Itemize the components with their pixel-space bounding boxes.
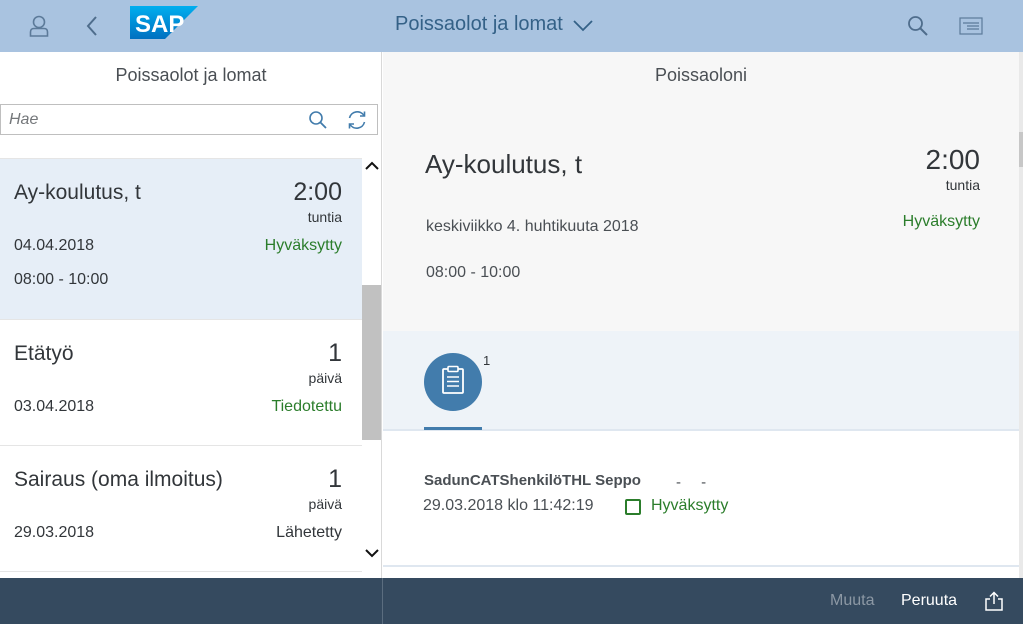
detail-footer: Muuta Peruuta bbox=[383, 578, 1023, 624]
note-entry: SadunCATShenkilöTHL Seppo - - 29.03.2018… bbox=[383, 431, 1019, 567]
detail-title: Poissaoloni bbox=[654, 65, 748, 85]
item-unit: päivä bbox=[308, 370, 342, 386]
item-number: 1 bbox=[328, 339, 342, 367]
app-title: Poissaolot ja lomat bbox=[395, 12, 563, 35]
scroll-up-icon[interactable] bbox=[364, 158, 380, 174]
chevron-down-icon bbox=[573, 15, 593, 38]
scrollbar-thumb[interactable] bbox=[362, 285, 381, 440]
search-field bbox=[0, 104, 378, 135]
note-status: Hyväksytty bbox=[651, 497, 729, 514]
item-title: Etätyö bbox=[14, 342, 74, 365]
user-icon[interactable] bbox=[21, 8, 57, 44]
status-badge: Hyväksytty bbox=[264, 237, 342, 254]
master-footer bbox=[0, 578, 382, 624]
master-pane: Poissaolot ja lomat Ay-koulutus, t 2:00 … bbox=[0, 52, 382, 578]
object-header: Poissaoloni Ay-koulutus, t 2:00 tuntia H… bbox=[383, 52, 1019, 331]
list-item[interactable]: Ay-koulutus, t 2:00 tuntia 04.04.2018 Hy… bbox=[0, 159, 362, 320]
search-icon[interactable] bbox=[306, 108, 330, 132]
object-number: 2:00 bbox=[925, 144, 981, 175]
item-date: 04.04.2018 bbox=[14, 237, 95, 254]
status-badge: Hyväksytty bbox=[902, 213, 980, 230]
note-author: SadunCATShenkilöTHL Seppo bbox=[424, 472, 641, 489]
status-badge: Lähetetty bbox=[276, 524, 342, 541]
menu-icon[interactable] bbox=[953, 8, 989, 44]
tab-selected-indicator bbox=[424, 427, 482, 430]
icon-tab-bar: 1 bbox=[383, 331, 1019, 431]
window-scrollbar[interactable] bbox=[1019, 52, 1023, 578]
object-time: 08:00 - 10:00 bbox=[426, 264, 521, 281]
cancel-button[interactable]: Peruuta bbox=[901, 578, 957, 624]
item-number: 1 bbox=[328, 465, 342, 493]
search-input[interactable] bbox=[9, 109, 289, 131]
item-time: 08:00 - 10:00 bbox=[14, 271, 109, 288]
status-badge: Tiedotettu bbox=[271, 398, 342, 415]
object-title: Ay-koulutus, t bbox=[425, 149, 583, 179]
sap-logo: SAP bbox=[130, 6, 198, 39]
search-icon[interactable] bbox=[900, 8, 936, 44]
item-date: 03.04.2018 bbox=[14, 398, 95, 415]
window-scrollbar-thumb[interactable] bbox=[1019, 132, 1023, 167]
object-date: keskiviikko 4. huhtikuuta 2018 bbox=[426, 218, 639, 235]
list-item[interactable]: Etätyö 1 päivä 03.04.2018 Tiedotettu bbox=[0, 320, 362, 446]
clipboard-icon bbox=[441, 365, 465, 400]
scroll-down-icon[interactable] bbox=[364, 545, 380, 561]
shell-header: SAP Poissaolot ja lomat bbox=[0, 0, 1023, 52]
master-title: Poissaolot ja lomat bbox=[115, 65, 267, 85]
item-unit: tuntia bbox=[307, 209, 342, 225]
shell-title-menu[interactable]: Poissaolot ja lomat bbox=[395, 10, 593, 38]
back-icon[interactable] bbox=[74, 8, 110, 44]
note-timestamp: 29.03.2018 klo 11:42:19 bbox=[423, 497, 594, 514]
item-title: Sairaus (oma ilmoitus) bbox=[14, 468, 223, 491]
tab-notes[interactable] bbox=[424, 353, 482, 411]
sap-logo-text: SAP bbox=[135, 11, 184, 38]
item-title: Ay-koulutus, t bbox=[14, 181, 141, 204]
status-square-icon bbox=[625, 499, 641, 515]
absence-list: Ay-koulutus, t 2:00 tuntia 04.04.2018 Hy… bbox=[0, 158, 362, 578]
item-number: 2:00 bbox=[293, 178, 342, 206]
share-icon[interactable] bbox=[983, 590, 1005, 612]
detail-pane: Poissaoloni Ay-koulutus, t 2:00 tuntia H… bbox=[383, 52, 1019, 578]
note-dashes: - - bbox=[676, 474, 715, 491]
object-unit: tuntia bbox=[945, 177, 980, 193]
tab-count: 1 bbox=[483, 353, 491, 368]
item-unit: päivä bbox=[308, 496, 342, 512]
item-date: 29.03.2018 bbox=[14, 524, 95, 541]
refresh-icon[interactable] bbox=[345, 108, 369, 132]
edit-button[interactable]: Muuta bbox=[830, 578, 874, 624]
list-item[interactable]: Sairaus (oma ilmoitus) 1 päivä 29.03.201… bbox=[0, 446, 362, 572]
